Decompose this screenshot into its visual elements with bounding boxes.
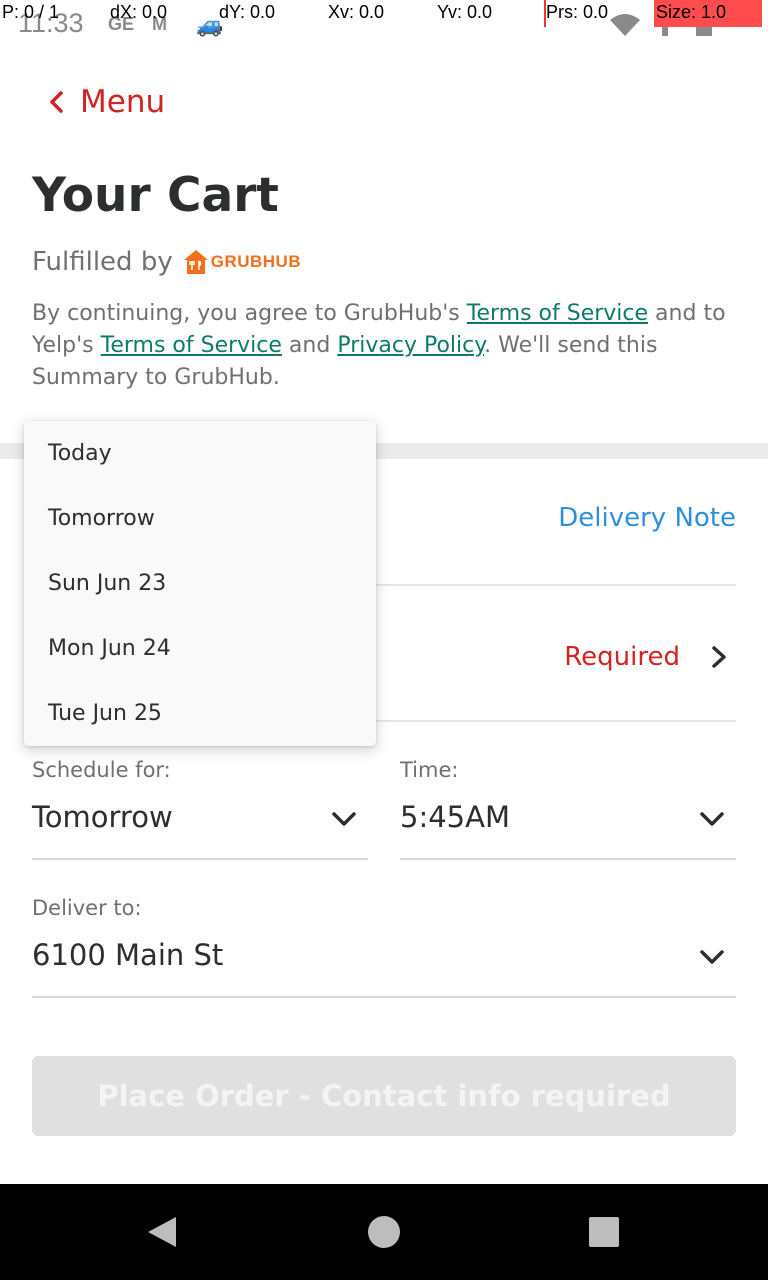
place-order-button[interactable]: Place Order - Contact info required bbox=[32, 1056, 736, 1136]
debug-prs: Prs: 0.0 bbox=[546, 2, 609, 22]
delivery-note-button[interactable]: Delivery Note bbox=[558, 503, 736, 533]
time-label: Time: bbox=[400, 758, 459, 782]
chevron-down-icon[interactable] bbox=[331, 810, 357, 828]
debug-xv: Xv: 0.0 bbox=[328, 2, 385, 22]
address-underline bbox=[32, 996, 736, 998]
dropdown-option-today[interactable]: Today bbox=[48, 441, 112, 466]
debug-dy: dY: 0.0 bbox=[219, 2, 276, 22]
grubhub-terms-link[interactable]: Terms of Service bbox=[467, 301, 648, 326]
schedule-dropdown-menu: Today Tomorrow Sun Jun 23 Mon Jun 24 Tue… bbox=[24, 421, 376, 746]
terms-text: By continuing, you agree to GrubHub's Te… bbox=[32, 298, 744, 394]
yelp-terms-link[interactable]: Terms of Service bbox=[101, 333, 282, 358]
back-to-menu-button[interactable]: Menu bbox=[44, 84, 165, 120]
page-title: Your Cart bbox=[32, 168, 279, 223]
chevron-left-icon bbox=[50, 91, 63, 113]
dropdown-option-tomorrow[interactable]: Tomorrow bbox=[48, 506, 155, 531]
chevron-down-icon[interactable] bbox=[699, 810, 725, 828]
debug-overlay: P: 0 / 1 dX: 0.0 dY: 0.0 Xv: 0.0 Yv: 0.0… bbox=[0, 0, 768, 27]
schedule-label: Schedule for: bbox=[32, 758, 171, 782]
nav-recents-icon[interactable] bbox=[589, 1217, 619, 1247]
time-select[interactable]: 5:45AM bbox=[400, 800, 510, 834]
status-bar: 11:33 GE M 🚙 P: 0 / 1 dX: 0.0 dY: 0.0 Xv… bbox=[0, 0, 768, 48]
dropdown-option-mon-jun-24[interactable]: Mon Jun 24 bbox=[48, 636, 171, 661]
fulfilled-by: Fulfilled by GRUBHUB bbox=[32, 247, 301, 277]
chevron-down-icon[interactable] bbox=[699, 948, 725, 966]
deliver-to-label: Deliver to: bbox=[32, 896, 142, 920]
contact-required-status[interactable]: Required bbox=[564, 642, 680, 672]
debug-yv: Yv: 0.0 bbox=[437, 2, 493, 22]
grubhub-brand: GRUBHUB bbox=[210, 252, 302, 271]
address-select[interactable]: 6100 Main St bbox=[32, 938, 223, 972]
privacy-policy-link[interactable]: Privacy Policy bbox=[337, 333, 484, 358]
schedule-underline bbox=[32, 858, 368, 860]
back-label: Menu bbox=[80, 84, 166, 120]
fulfilled-by-label: Fulfilled by bbox=[32, 247, 173, 277]
terms-mid2: and bbox=[281, 333, 338, 358]
terms-prefix: By continuing, you agree to GrubHub's bbox=[32, 301, 467, 326]
nav-back-icon[interactable] bbox=[146, 1215, 178, 1249]
schedule-select[interactable]: Tomorrow bbox=[32, 800, 173, 834]
debug-pointer: P: 0 / 1 bbox=[2, 2, 60, 22]
chevron-right-icon[interactable] bbox=[708, 644, 730, 670]
grubhub-logo: GRUBHUB bbox=[183, 249, 301, 275]
dropdown-option-tue-jun-25[interactable]: Tue Jun 25 bbox=[48, 701, 162, 726]
dropdown-option-sun-jun-23[interactable]: Sun Jun 23 bbox=[48, 571, 166, 596]
debug-dx: dX: 0.0 bbox=[110, 2, 168, 22]
debug-size: Size: 1.0 bbox=[656, 2, 727, 22]
grubhub-house-icon bbox=[183, 250, 208, 274]
nav-home-icon[interactable] bbox=[368, 1216, 400, 1248]
time-underline bbox=[400, 858, 736, 860]
